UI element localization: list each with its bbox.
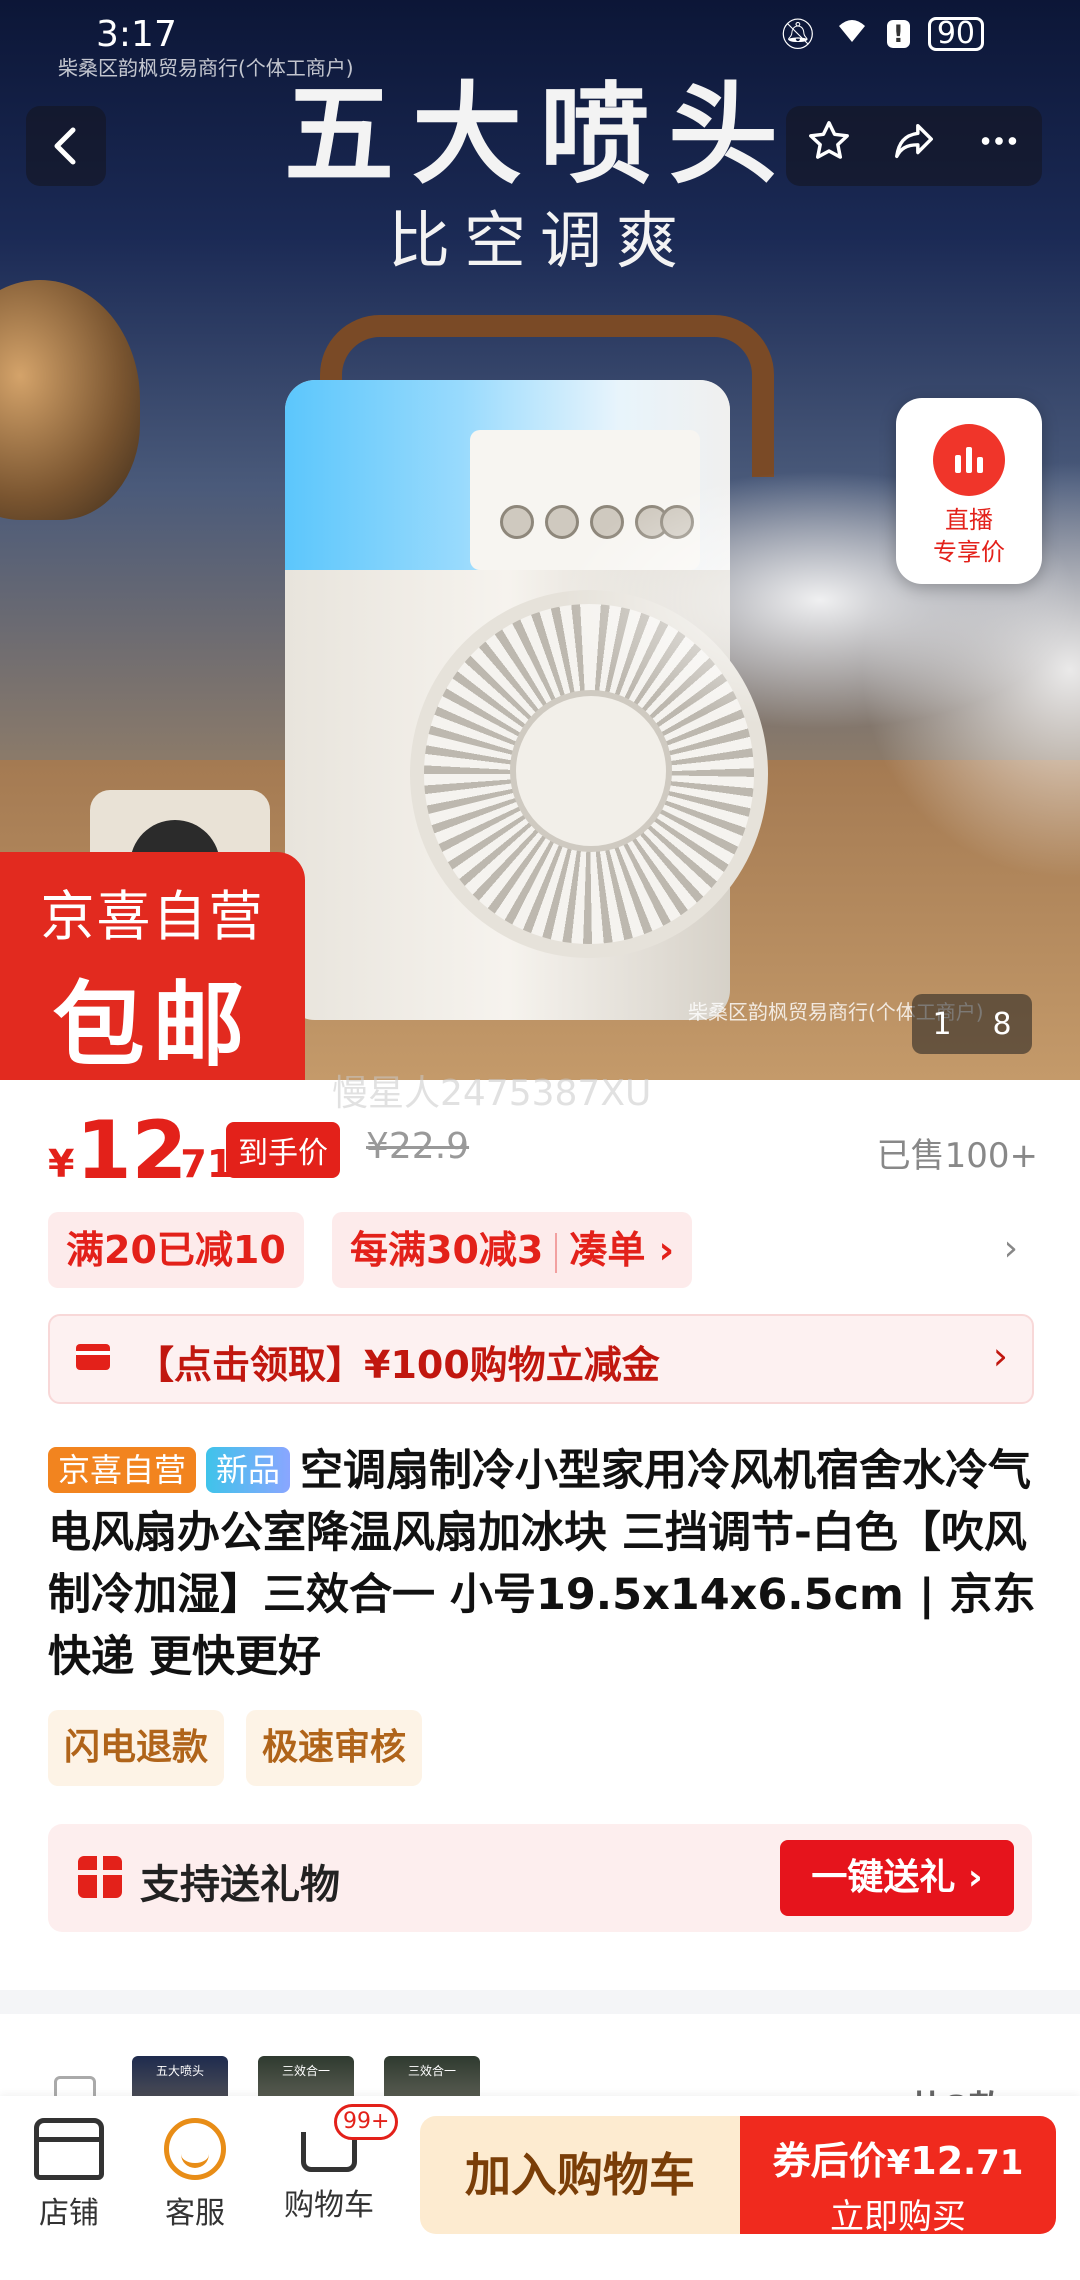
more-icon xyxy=(982,137,1017,145)
gift-icon xyxy=(78,1856,122,1898)
service-icon xyxy=(164,2118,226,2180)
mute-bell-icon: 🔕︎ xyxy=(778,16,817,52)
image-pager: 1 8 xyxy=(912,994,1032,1054)
badge-line1: 京喜自营 xyxy=(40,885,265,948)
lamp-graphic xyxy=(0,280,140,520)
hero-subtitle: 比空调爽 xyxy=(387,204,692,277)
section-divider xyxy=(0,1990,1080,2014)
wifi-icon xyxy=(835,16,869,52)
send-gift-button[interactable]: 一键送礼 › xyxy=(780,1840,1014,1916)
customer-service-button[interactable]: 客服 xyxy=(140,2118,250,2232)
card-icon xyxy=(76,1344,110,1370)
promotion-row[interactable]: 满20已减10 每满30减3 凑单 › › xyxy=(48,1212,1038,1288)
cart-button[interactable]: 99+ 购物车 xyxy=(274,2104,399,2224)
live-label-sub: 专享价 xyxy=(933,538,1005,566)
service-tag: 极速审核 xyxy=(246,1710,423,1786)
status-bar: 3:17 🔕︎ ! 90 xyxy=(0,0,1080,70)
live-price-button[interactable]: 直播 专享价 xyxy=(896,398,1042,584)
coupon-banner[interactable]: 【点击领取】¥100购物立减金 › xyxy=(48,1314,1034,1404)
back-arrow-icon xyxy=(54,127,76,165)
pager-current: 1 xyxy=(932,1006,952,1042)
pager-total: 8 xyxy=(992,1006,1012,1042)
store-button[interactable]: 店铺 xyxy=(14,2118,124,2232)
buy-now-label: 立即购买 xyxy=(830,2197,966,2237)
product-title-block: 京喜自营 新品 空调扇制冷小型家用冷风机宿舍水冷气电风扇办公室降温风扇加冰块 三挡调… xyxy=(48,1440,1038,1688)
promo-chip-per-30-label: 每满30减3 xyxy=(350,1228,544,1272)
price-currency: ¥ xyxy=(48,1142,75,1186)
gift-text: 支持送礼物 xyxy=(140,1862,340,1908)
coupon-arrow-icon: › xyxy=(992,1334,1008,1378)
cart-label: 购物车 xyxy=(284,2188,374,2223)
price-row: ¥ 12 .71 到手价 ¥22.9 已售100+ xyxy=(48,1104,1038,1197)
coupon-text: 【点击领取】¥100购物立减金 xyxy=(136,1343,660,1387)
promo-chip-per-30[interactable]: 每满30减3 凑单 › xyxy=(332,1212,693,1288)
alert-icon: ! xyxy=(886,20,910,48)
buy-price: 券后价¥12.71 xyxy=(772,2139,1024,2183)
fan-knob xyxy=(545,505,579,539)
live-bars-icon xyxy=(933,424,1005,496)
service-label: 客服 xyxy=(165,2196,225,2231)
price-decimal: .71 xyxy=(166,1142,234,1186)
store-icon xyxy=(34,2118,104,2180)
jingxi-self-badge: 京喜自营 包邮 xyxy=(0,852,305,1080)
share-icon xyxy=(895,123,933,159)
user-watermark: 慢星人2475387XU xyxy=(332,1073,652,1114)
fan-hub-graphic xyxy=(510,690,672,852)
clock-time: 3:17 xyxy=(96,14,177,55)
store-label: 店铺 xyxy=(39,2196,99,2231)
favorite-button[interactable] xyxy=(799,118,859,174)
buy-now-button[interactable]: 券后价¥12.71 立即购买 xyxy=(740,2116,1056,2237)
star-icon xyxy=(808,121,849,159)
cart-count-badge: 99+ xyxy=(334,2104,399,2140)
battery-icon: 90 xyxy=(927,17,984,51)
promo-add-on-link[interactable]: 凑单 › xyxy=(569,1228,674,1272)
add-to-cart-button[interactable]: 加入购物车 xyxy=(420,2116,740,2234)
promo-chip-discount[interactable]: 满20已减10 xyxy=(48,1212,304,1288)
promotion-expand-arrow[interactable]: › xyxy=(1004,1228,1018,1269)
gift-banner: 支持送礼物 一键送礼 › xyxy=(48,1824,1032,1932)
live-label: 直播 xyxy=(945,506,993,534)
share-button[interactable] xyxy=(884,118,944,174)
badge-line2: 包邮 xyxy=(52,972,253,1079)
original-price: ¥22.9 xyxy=(366,1126,470,1167)
top-action-bar xyxy=(786,106,1042,186)
tag-new: 新品 xyxy=(206,1446,291,1493)
more-button[interactable] xyxy=(969,118,1029,174)
service-tags: 闪电退款 极速审核 xyxy=(48,1710,444,1786)
final-price-tag: 到手价 xyxy=(226,1122,340,1178)
back-button[interactable] xyxy=(26,106,106,186)
fan-knob xyxy=(500,505,534,539)
product-title: 空调扇制冷小型家用冷风机宿舍水冷气电风扇办公室降温风扇加冰块 三挡调节-白色【吹… xyxy=(48,1446,1036,1682)
service-tag: 闪电退款 xyxy=(48,1710,225,1786)
tag-self-operated: 京喜自营 xyxy=(48,1446,197,1493)
sold-count: 已售100+ xyxy=(876,1136,1038,1176)
